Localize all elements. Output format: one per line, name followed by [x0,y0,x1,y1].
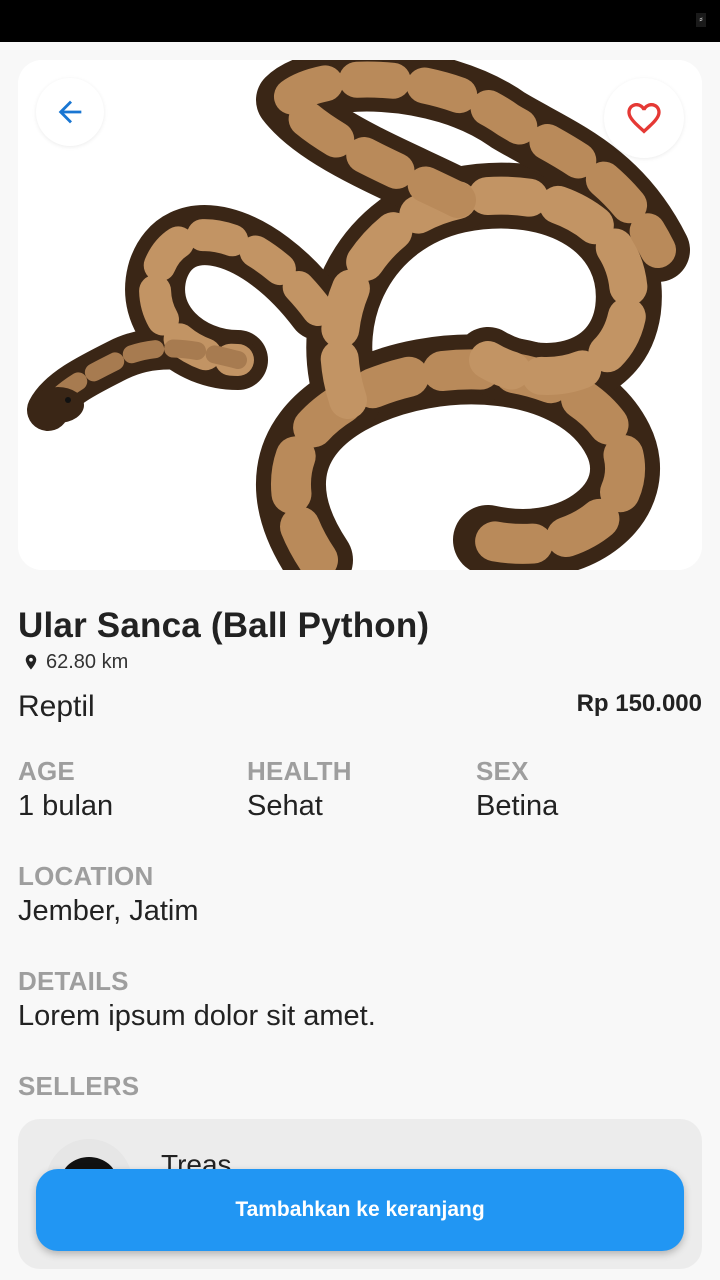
status-indicator-icon: ⸗ [696,13,706,27]
sex-value: Betina [476,790,559,822]
distance-info: 62.80 km [22,650,128,674]
health-value: Sehat [247,790,323,822]
map-pin-icon [25,654,37,670]
snake-image [18,60,702,570]
product-category: Reptil [18,690,95,723]
age-value: 1 bulan [18,790,114,822]
details-label: DETAILS [18,966,129,996]
details-value: Lorem ipsum dolor sit amet. [18,1000,376,1032]
heart-outline-icon [627,103,661,134]
location-value: Jember, Jatim [18,895,199,927]
sellers-label: SELLERS [18,1071,140,1101]
product-image [18,60,702,570]
arrow-left-icon [58,100,82,124]
product-title: Ular Sanca (Ball Python) [18,606,430,645]
back-button[interactable] [36,78,104,146]
favorite-button[interactable] [604,78,684,158]
add-to-cart-button[interactable]: Tambahkan ke keranjang [36,1169,684,1251]
age-label: AGE [18,756,75,786]
location-label: LOCATION [18,861,154,891]
product-price: Rp 150.000 [576,690,702,717]
health-label: HEALTH [247,756,352,786]
sex-label: SEX [476,756,529,786]
status-bar: ⸗ [0,0,720,42]
distance-text: 62.80 km [46,650,129,673]
